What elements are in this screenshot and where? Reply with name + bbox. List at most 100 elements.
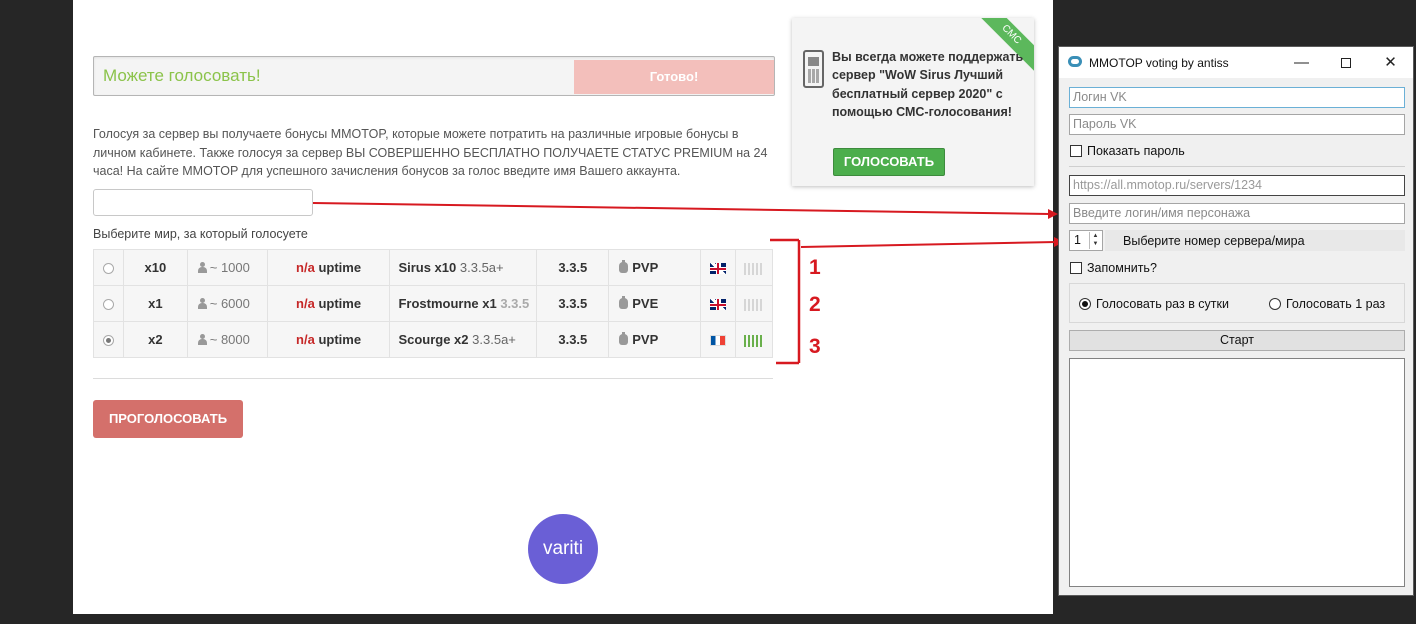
uk-flag-icon xyxy=(710,263,727,275)
money-bag-icon xyxy=(619,260,629,273)
web-page: Можете голосовать! Готово! Голосуя за се… xyxy=(73,0,1053,614)
server-flag-cell xyxy=(700,249,736,286)
player-icon xyxy=(197,334,207,345)
annotation-number: 1 xyxy=(809,256,821,279)
sms-text: Вы всегда можете поддержать сервер "WoW … xyxy=(832,50,1024,119)
server-online-cell: ~ 1000 xyxy=(186,249,268,286)
server-name-cell: Sirus x10 3.3.5a+ xyxy=(389,249,538,286)
character-name-input[interactable]: Введите логин/имя персонажа xyxy=(1069,203,1405,224)
server-type: PVE xyxy=(632,296,659,311)
uk-flag-icon xyxy=(710,299,727,311)
divider xyxy=(93,378,773,379)
server-radio-cell[interactable] xyxy=(93,249,124,286)
server-online-cell: ~ 8000 xyxy=(186,321,268,358)
server-rate: x1 xyxy=(122,285,188,322)
window-title: MMOTOP voting by antiss xyxy=(1089,56,1229,70)
server-type: PVP xyxy=(632,332,659,347)
log-output[interactable] xyxy=(1069,358,1405,587)
server-name-cell: Frostmourne x1 3.3.5 xyxy=(389,285,538,322)
maximize-icon xyxy=(1340,58,1351,68)
server-radio[interactable] xyxy=(102,263,114,275)
vk-login-input[interactable]: Логин VK xyxy=(1069,87,1405,108)
start-button[interactable]: Старт xyxy=(1069,330,1405,351)
server-online: ~ 1000 xyxy=(209,260,250,275)
radio-unselected[interactable] xyxy=(1269,298,1281,310)
vote-status-text: Можете голосовать! xyxy=(103,66,261,85)
money-bag-icon xyxy=(619,296,629,309)
annotation-number: 2 xyxy=(809,293,821,316)
server-name-version: 3.3.5a+ xyxy=(459,260,504,275)
server-radio-cell[interactable] xyxy=(93,321,124,358)
server-table: x10 ~ 1000 n/a uptime Sirus x10 3.3.5a+ … xyxy=(93,249,774,358)
annotation-number: 3 xyxy=(809,335,821,358)
radio-selected[interactable] xyxy=(1079,298,1091,310)
rating-bars-icon xyxy=(743,334,764,347)
vote-mode-group: Голосовать раз в сутки Голосовать 1 раз xyxy=(1069,283,1405,323)
checkbox-box[interactable] xyxy=(1070,262,1082,274)
spinner-arrows-icon[interactable]: ▲ ▼ xyxy=(1089,232,1101,249)
server-type-cell: PVE xyxy=(608,285,702,322)
server-online: ~ 8000 xyxy=(209,332,250,347)
maximize-button[interactable] xyxy=(1323,47,1368,78)
server-rating-cell xyxy=(734,321,774,358)
rating-bars-icon xyxy=(743,262,764,275)
uptime-label: uptime xyxy=(318,332,362,347)
server-row[interactable]: x10 ~ 1000 n/a uptime Sirus x10 3.3.5a+ … xyxy=(93,249,774,286)
vote-once-label: Голосовать 1 раз xyxy=(1286,297,1386,311)
uptime-na: n/a xyxy=(296,260,315,275)
server-rate: x10 xyxy=(122,249,188,286)
server-radio-selected[interactable] xyxy=(102,335,114,347)
france-flag-icon xyxy=(710,335,727,347)
close-button[interactable]: ✕ xyxy=(1368,47,1413,78)
server-number-label: Выберите номер сервера/мира xyxy=(1123,234,1305,248)
server-type-cell: PVP xyxy=(608,249,702,286)
server-uptime-cell: n/a uptime xyxy=(266,249,391,286)
server-name-version: 3.3.5 xyxy=(500,296,530,311)
remember-label: Запомнить? xyxy=(1087,261,1157,275)
sms-vote-button[interactable]: ГОЛОСОВАТЬ xyxy=(833,148,945,176)
vote-daily-radio[interactable]: Голосовать раз в сутки xyxy=(1079,297,1229,311)
remember-checkbox[interactable]: Запомнить? xyxy=(1070,261,1157,275)
server-number-spinner[interactable]: 1 ▲ ▼ xyxy=(1069,230,1103,251)
done-button[interactable]: Готово! xyxy=(574,60,774,94)
uptime-label: uptime xyxy=(318,260,362,275)
server-name: Scourge x2 xyxy=(398,332,469,347)
voting-app-window: MMOTOP voting by antiss — ✕ Логин VK Пар… xyxy=(1058,46,1414,596)
server-version: 3.3.5 xyxy=(536,321,610,358)
window-titlebar[interactable]: MMOTOP voting by antiss — ✕ xyxy=(1059,47,1413,78)
player-icon xyxy=(197,298,207,309)
app-logo-icon xyxy=(1068,56,1082,67)
server-rate: x2 xyxy=(122,321,188,358)
server-name: Sirus x10 xyxy=(398,260,457,275)
checkbox-box[interactable] xyxy=(1070,145,1082,157)
server-version: 3.3.5 xyxy=(536,285,610,322)
server-row[interactable]: x2 ~ 8000 n/a uptime Scourge x2 3.3.5a+ … xyxy=(93,321,774,358)
player-icon xyxy=(197,262,207,273)
minimize-button[interactable]: — xyxy=(1279,47,1324,78)
server-name-cell: Scourge x2 3.3.5a+ xyxy=(389,321,538,358)
vote-button[interactable]: ПРОГОЛОСОВАТЬ xyxy=(93,400,243,438)
server-online-cell: ~ 6000 xyxy=(186,285,268,322)
money-bag-icon xyxy=(619,332,629,345)
server-name-version: 3.3.5a+ xyxy=(472,332,516,347)
show-password-label: Показать пароль xyxy=(1087,144,1185,158)
server-row[interactable]: x1 ~ 6000 n/a uptime Frostmourne x1 3.3.… xyxy=(93,285,774,322)
server-uptime-cell: n/a uptime xyxy=(266,285,391,322)
server-flag-cell xyxy=(700,285,736,322)
separator xyxy=(1069,166,1405,167)
vote-status-bar: Можете голосовать! Готово! xyxy=(93,56,775,96)
show-password-checkbox[interactable]: Показать пароль xyxy=(1070,144,1185,158)
account-name-input[interactable] xyxy=(93,189,313,216)
vk-password-input[interactable]: Пароль VK xyxy=(1069,114,1405,135)
server-version: 3.3.5 xyxy=(536,249,610,286)
server-type-cell: PVP xyxy=(608,321,702,358)
server-radio-cell[interactable] xyxy=(93,285,124,322)
phone-icon xyxy=(803,50,824,88)
vote-once-radio[interactable]: Голосовать 1 раз xyxy=(1269,297,1385,311)
world-select-label: Выберите мир, за который голосуете xyxy=(93,227,308,241)
server-url-input[interactable]: https://all.mmotop.ru/servers/1234 xyxy=(1069,175,1405,196)
vote-description: Голосуя за сервер вы получаете бонусы MM… xyxy=(93,127,768,178)
rating-bars-icon xyxy=(743,298,764,311)
server-number-label-box: Выберите номер сервера/мира xyxy=(1105,230,1405,251)
server-radio[interactable] xyxy=(102,299,114,311)
